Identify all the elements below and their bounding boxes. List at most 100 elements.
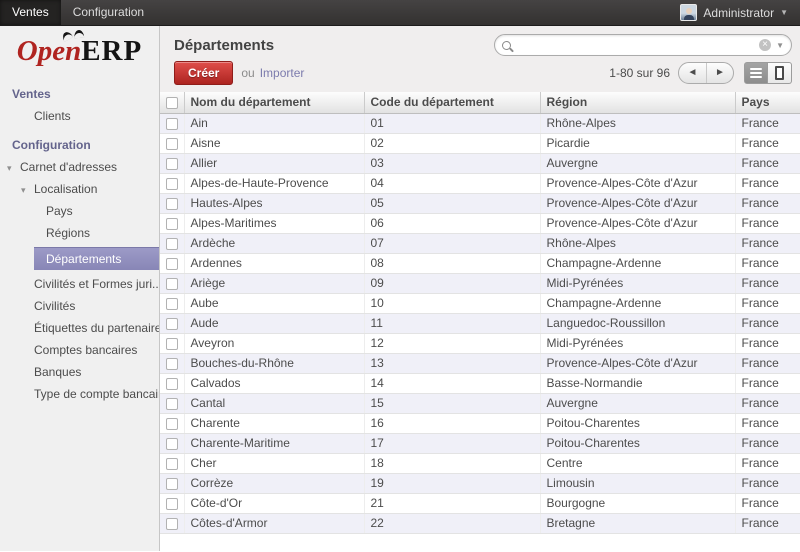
cell-region[interactable]: Provence-Alpes-Côte d'Azur bbox=[540, 213, 735, 233]
sidebar-item-etiquettes-du-partenaire[interactable]: Étiquettes du partenaire bbox=[0, 317, 159, 339]
sidebar-item-comptes-bancaires[interactable]: Comptes bancaires bbox=[0, 339, 159, 361]
cell-country[interactable]: France bbox=[735, 373, 800, 393]
cell-region[interactable]: Auvergne bbox=[540, 393, 735, 413]
clear-search-icon[interactable]: × bbox=[759, 39, 771, 51]
cell-code[interactable]: 02 bbox=[364, 133, 540, 153]
row-checkbox[interactable] bbox=[166, 458, 178, 470]
table-row[interactable]: Charente-Maritime17Poitou-CharentesFranc… bbox=[160, 433, 800, 453]
row-checkbox[interactable] bbox=[166, 438, 178, 450]
cell-country[interactable]: France bbox=[735, 493, 800, 513]
cell-region[interactable]: Poitou-Charentes bbox=[540, 433, 735, 453]
table-row[interactable]: Cantal15AuvergneFrance bbox=[160, 393, 800, 413]
table-row[interactable]: Allier03AuvergneFrance bbox=[160, 153, 800, 173]
cell-country[interactable]: France bbox=[735, 213, 800, 233]
cell-country[interactable]: France bbox=[735, 433, 800, 453]
cell-region[interactable]: Champagne-Ardenne bbox=[540, 253, 735, 273]
row-checkbox[interactable] bbox=[166, 318, 178, 330]
cell-name[interactable]: Corrèze bbox=[184, 473, 364, 493]
cell-country[interactable]: France bbox=[735, 293, 800, 313]
sidebar-item-type-de-compte-bancaire[interactable]: Type de compte bancaire bbox=[0, 383, 159, 405]
row-checkbox[interactable] bbox=[166, 258, 178, 270]
import-link[interactable]: Importer bbox=[260, 66, 305, 80]
row-checkbox[interactable] bbox=[166, 418, 178, 430]
sidebar-item-pays[interactable]: Pays bbox=[0, 200, 159, 222]
row-checkbox[interactable] bbox=[166, 198, 178, 210]
cell-region[interactable]: Rhône-Alpes bbox=[540, 113, 735, 133]
search-input[interactable] bbox=[511, 38, 759, 52]
cell-name[interactable]: Cantal bbox=[184, 393, 364, 413]
cell-country[interactable]: France bbox=[735, 193, 800, 213]
topbar-menu-ventes[interactable]: Ventes bbox=[0, 0, 61, 25]
row-checkbox[interactable] bbox=[166, 478, 178, 490]
cell-code[interactable]: 15 bbox=[364, 393, 540, 413]
pager-previous-button[interactable]: ◄ bbox=[679, 63, 706, 83]
cell-region[interactable]: Auvergne bbox=[540, 153, 735, 173]
table-row[interactable]: Côtes-d'Armor22BretagneFrance bbox=[160, 513, 800, 533]
row-checkbox[interactable] bbox=[166, 518, 178, 530]
table-row[interactable]: Ain01Rhône-AlpesFrance bbox=[160, 113, 800, 133]
cell-name[interactable]: Aube bbox=[184, 293, 364, 313]
column-header-nom-du-departement[interactable]: Nom du département bbox=[184, 92, 364, 113]
table-row[interactable]: Alpes-Maritimes06Provence-Alpes-Côte d'A… bbox=[160, 213, 800, 233]
cell-code[interactable]: 14 bbox=[364, 373, 540, 393]
cell-name[interactable]: Alpes-Maritimes bbox=[184, 213, 364, 233]
cell-code[interactable]: 21 bbox=[364, 493, 540, 513]
cell-name[interactable]: Aude bbox=[184, 313, 364, 333]
cell-code[interactable]: 04 bbox=[364, 173, 540, 193]
table-row[interactable]: Ardennes08Champagne-ArdenneFrance bbox=[160, 253, 800, 273]
table-row[interactable]: Aisne02PicardieFrance bbox=[160, 133, 800, 153]
cell-name[interactable]: Côte-d'Or bbox=[184, 493, 364, 513]
cell-code[interactable]: 11 bbox=[364, 313, 540, 333]
cell-region[interactable]: Provence-Alpes-Côte d'Azur bbox=[540, 173, 735, 193]
table-row[interactable]: Ardèche07Rhône-AlpesFrance bbox=[160, 233, 800, 253]
topbar-menu-configuration[interactable]: Configuration bbox=[61, 0, 156, 25]
row-checkbox[interactable] bbox=[166, 218, 178, 230]
row-checkbox[interactable] bbox=[166, 278, 178, 290]
sidebar-item-civilites-et-formes-juri[interactable]: Civilités et Formes juri... bbox=[0, 273, 159, 295]
cell-region[interactable]: Picardie bbox=[540, 133, 735, 153]
sidebar-item-ventes[interactable]: Ventes bbox=[0, 82, 159, 105]
collapse-caret-icon[interactable]: ▾ bbox=[7, 163, 19, 174]
search-dropdown-icon[interactable]: ▼ bbox=[776, 41, 784, 50]
table-row[interactable]: Côte-d'Or21BourgogneFrance bbox=[160, 493, 800, 513]
cell-region[interactable]: Limousin bbox=[540, 473, 735, 493]
cell-country[interactable]: France bbox=[735, 353, 800, 373]
cell-code[interactable]: 13 bbox=[364, 353, 540, 373]
cell-code[interactable]: 09 bbox=[364, 273, 540, 293]
cell-code[interactable]: 22 bbox=[364, 513, 540, 533]
row-checkbox[interactable] bbox=[166, 338, 178, 350]
cell-country[interactable]: France bbox=[735, 313, 800, 333]
cell-code[interactable]: 03 bbox=[364, 153, 540, 173]
cell-region[interactable]: Bretagne bbox=[540, 513, 735, 533]
row-checkbox[interactable] bbox=[166, 118, 178, 130]
cell-country[interactable]: France bbox=[735, 513, 800, 533]
cell-region[interactable]: Provence-Alpes-Côte d'Azur bbox=[540, 193, 735, 213]
sidebar-item-banques[interactable]: Banques bbox=[0, 361, 159, 383]
cell-region[interactable]: Champagne-Ardenne bbox=[540, 293, 735, 313]
cell-country[interactable]: France bbox=[735, 393, 800, 413]
cell-name[interactable]: Charente bbox=[184, 413, 364, 433]
cell-name[interactable]: Ariège bbox=[184, 273, 364, 293]
cell-name[interactable]: Hautes-Alpes bbox=[184, 193, 364, 213]
sidebar-item-civilites[interactable]: Civilités bbox=[0, 295, 159, 317]
list-view-button[interactable] bbox=[744, 62, 768, 84]
row-checkbox[interactable] bbox=[166, 398, 178, 410]
table-row[interactable]: Aveyron12Midi-PyrénéesFrance bbox=[160, 333, 800, 353]
cell-country[interactable]: France bbox=[735, 253, 800, 273]
row-checkbox[interactable] bbox=[166, 298, 178, 310]
cell-name[interactable]: Alpes-de-Haute-Provence bbox=[184, 173, 364, 193]
cell-name[interactable]: Ardèche bbox=[184, 233, 364, 253]
sidebar-item-clients[interactable]: Clients bbox=[0, 105, 159, 127]
cell-name[interactable]: Calvados bbox=[184, 373, 364, 393]
table-row[interactable]: Hautes-Alpes05Provence-Alpes-Côte d'Azur… bbox=[160, 193, 800, 213]
cell-region[interactable]: Rhône-Alpes bbox=[540, 233, 735, 253]
cell-code[interactable]: 06 bbox=[364, 213, 540, 233]
sidebar-item-departements[interactable]: Départements bbox=[34, 247, 159, 270]
sidebar-item-regions[interactable]: Régions bbox=[0, 222, 159, 244]
table-row[interactable]: Calvados14Basse-NormandieFrance bbox=[160, 373, 800, 393]
form-view-button[interactable] bbox=[768, 62, 792, 84]
row-checkbox[interactable] bbox=[166, 158, 178, 170]
cell-code[interactable]: 08 bbox=[364, 253, 540, 273]
cell-name[interactable]: Bouches-du-Rhône bbox=[184, 353, 364, 373]
table-row[interactable]: Bouches-du-Rhône13Provence-Alpes-Côte d'… bbox=[160, 353, 800, 373]
